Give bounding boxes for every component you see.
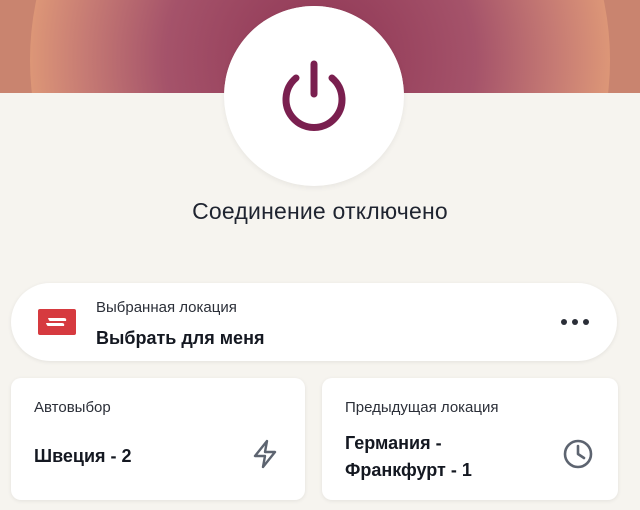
recent-location-label: Предыдущая локация: [345, 399, 499, 416]
more-dot-icon: [572, 319, 578, 325]
selected-location-value: Выбрать для меня: [96, 328, 265, 348]
recent-location-value: Германия - Франкфурт - 1: [345, 433, 472, 480]
power-button-ring: [224, 6, 404, 186]
location-flag-icon: [38, 309, 76, 335]
smart-location-label: Автовыбор: [34, 399, 111, 416]
recent-location-card[interactable]: Предыдущая локация Германия - Франкфурт …: [322, 378, 618, 500]
smart-location-card[interactable]: Автовыбор Швеция - 2: [11, 378, 305, 500]
power-icon: [282, 60, 346, 131]
connection-status: Соединение отключено: [192, 198, 448, 224]
selected-location-card[interactable]: Выбранная локация Выбрать для меня: [11, 283, 617, 361]
clock-icon: [563, 439, 593, 469]
more-dot-icon: [561, 319, 567, 325]
more-dot-icon: [583, 319, 589, 325]
smart-location-value: Швеция - 2: [34, 446, 132, 466]
more-options-button[interactable]: [555, 309, 595, 335]
power-button[interactable]: [224, 6, 404, 186]
selected-location-label: Выбранная локация: [96, 299, 237, 316]
lightning-icon: [253, 439, 277, 469]
